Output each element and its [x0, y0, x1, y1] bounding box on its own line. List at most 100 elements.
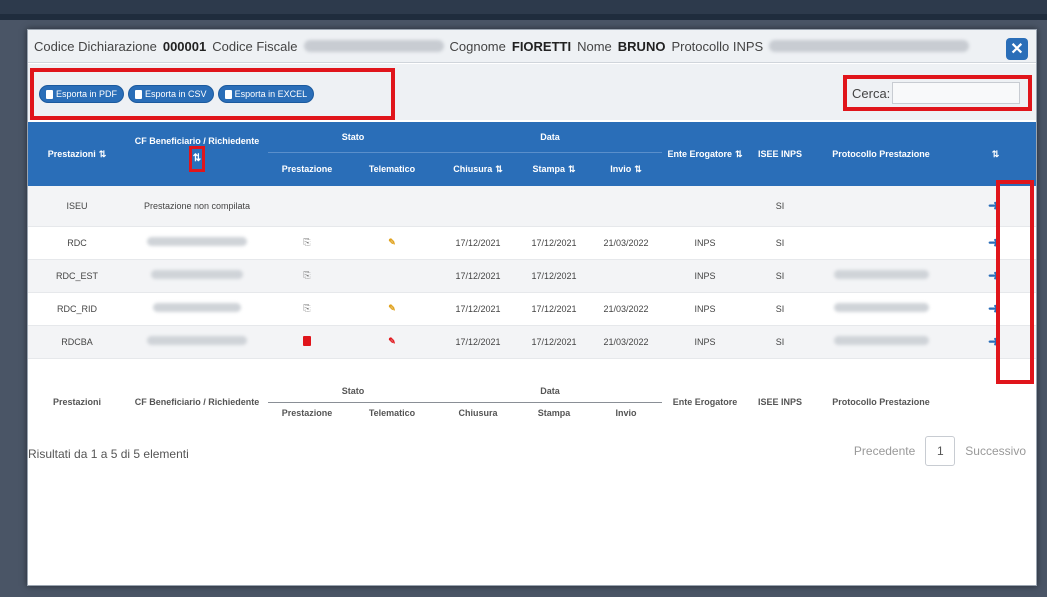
- cell-stampa: 17/12/2021: [518, 226, 590, 260]
- tf-empty: [950, 380, 1036, 424]
- arrow-right-icon[interactable]: ➜: [988, 197, 1000, 213]
- export-csv-label: Esporta in CSV: [145, 89, 207, 99]
- cell-protocollo: [812, 292, 950, 326]
- protocollo-redacted: [769, 40, 970, 52]
- cell-invio: 21/03/2022: [590, 325, 662, 359]
- table-row: RDC_EST ⎘ 17/12/2021 17/12/2021 INPS SI …: [28, 259, 1036, 293]
- arrow-right-icon[interactable]: ➜: [988, 267, 1000, 283]
- search-group: Cerca:: [843, 75, 1032, 111]
- modal-header: Codice Dichiarazione 000001 Codice Fisca…: [28, 30, 1036, 63]
- th-chiusura[interactable]: Chiusura ⇅: [438, 151, 518, 186]
- cell-stampa: [518, 186, 590, 227]
- pencil-icon: ✎: [388, 336, 396, 346]
- cell-prestazione: RDC_RID: [28, 292, 126, 326]
- cell-prestazione: RDC: [28, 226, 126, 260]
- tf-ente: Ente Erogatore: [672, 397, 738, 407]
- cell-stato-prestazione: ⎘: [268, 259, 346, 293]
- cell-stato-telematico: ✎: [346, 292, 438, 326]
- export-pdf-button[interactable]: Esporta in PDF: [39, 85, 125, 103]
- cell-stato-prestazione: [268, 186, 346, 227]
- document-status-icon: ⎘: [303, 303, 311, 313]
- backdrop-strip: [0, 0, 1047, 14]
- cell-action: ➜: [950, 226, 1036, 260]
- cell-protocollo: [812, 259, 950, 293]
- cognome-value: FIORETTI: [511, 38, 572, 54]
- cell-invio: 21/03/2022: [590, 226, 662, 260]
- cf-redacted: [147, 237, 247, 246]
- sort-icon: ⇅: [991, 148, 1000, 159]
- export-excel-button[interactable]: Esporta in EXCEL: [217, 85, 315, 103]
- tf-prestazioni: Prestazioni: [52, 397, 101, 407]
- cell-isee: SI: [748, 325, 812, 359]
- document-icon: [224, 89, 232, 99]
- arrow-right-icon[interactable]: ➜: [988, 234, 1000, 250]
- protocollo-redacted: [833, 336, 929, 345]
- pencil-icon: ✎: [388, 237, 396, 247]
- search-input[interactable]: [892, 82, 1021, 104]
- cell-stampa: 17/12/2021: [518, 292, 590, 326]
- th-prestazioni[interactable]: Prestazioni ⇅: [28, 122, 126, 186]
- document-icon: [46, 89, 53, 99]
- pencil-icon: ✎: [388, 303, 396, 313]
- export-buttons-group: Esporta in PDF Esporta in CSV Esporta in…: [30, 68, 395, 120]
- sort-icon: ⇅: [734, 148, 743, 159]
- codice-dichiarazione-label: Codice Dichiarazione: [34, 38, 157, 54]
- tf-stato: Stato: [268, 380, 438, 403]
- cell-action: ➜: [950, 325, 1036, 359]
- export-excel-label: Esporta in EXCEL: [234, 89, 308, 99]
- codice-fiscale-redacted: [303, 40, 444, 52]
- th-ente[interactable]: Ente Erogatore ⇅: [662, 122, 748, 186]
- nome-label: Nome: [577, 38, 612, 54]
- cell-ente: INPS: [662, 325, 748, 359]
- th-actions[interactable]: ⇅: [950, 122, 1036, 186]
- pagination-next[interactable]: Successivo: [965, 444, 1026, 458]
- th-invio[interactable]: Invio ⇅: [590, 151, 662, 186]
- arrow-right-icon[interactable]: ➜: [988, 333, 1000, 349]
- cell-invio: 21/03/2022: [590, 292, 662, 326]
- pdf-icon[interactable]: [303, 335, 311, 346]
- cf-redacted: [147, 336, 247, 345]
- tf-stato-prestazione: Prestazione: [281, 408, 333, 419]
- tf-data: Data: [438, 380, 662, 403]
- cell-cf: [126, 292, 268, 326]
- cell-ente: INPS: [662, 292, 748, 326]
- th-cf-beneficiario[interactable]: CF Beneficiario / Richiedente ⇅: [126, 122, 268, 186]
- prestazioni-modal: Codice Dichiarazione 000001 Codice Fisca…: [27, 29, 1037, 586]
- document-status-icon: ⎘: [303, 237, 311, 247]
- th-protocollo: Protocollo Prestazione: [812, 122, 950, 186]
- export-csv-button[interactable]: Esporta in CSV: [128, 85, 214, 103]
- cell-stato-telematico: ✎: [346, 226, 438, 260]
- export-pdf-label: Esporta in PDF: [56, 89, 118, 99]
- cell-ente: [662, 186, 748, 227]
- arrow-right-icon[interactable]: ➜: [988, 300, 1000, 316]
- tf-invio: Invio: [615, 408, 637, 419]
- cell-action: ➜: [950, 292, 1036, 326]
- sort-icon[interactable]: ⇅: [189, 146, 205, 172]
- cell-stato-prestazione: ⎘: [268, 226, 346, 260]
- codice-dichiarazione-value: 000001: [162, 38, 207, 54]
- sort-icon: ⇅: [495, 163, 503, 174]
- th-stampa[interactable]: Stampa ⇅: [518, 151, 590, 186]
- pagination-previous[interactable]: Precedente: [854, 444, 915, 458]
- protocollo-redacted: [833, 303, 929, 312]
- search-label: Cerca:: [852, 85, 891, 101]
- cell-chiusura: [438, 186, 518, 227]
- table-row: ISEU Prestazione non compilata SI ➜: [28, 186, 1036, 227]
- prestazioni-table: Prestazioni ⇅ CF Beneficiario / Richieden…: [28, 122, 1036, 359]
- cell-stato-prestazione: ⎘: [268, 292, 346, 326]
- pagination-page[interactable]: 1: [925, 436, 956, 466]
- tf-chiusura: Chiusura: [458, 408, 498, 419]
- table-row: RDC ⎘ ✎ 17/12/2021 17/12/2021 21/03/2022…: [28, 226, 1036, 260]
- close-icon[interactable]: ✕: [1006, 38, 1028, 60]
- cell-isee: SI: [748, 186, 812, 227]
- cell-stato-telematico: [346, 259, 438, 293]
- cell-invio: [590, 259, 662, 293]
- tf-stato-telematico: Telematico: [368, 408, 416, 419]
- tf-protocollo: Protocollo Prestazione: [832, 397, 930, 407]
- th-data: Data: [438, 122, 662, 152]
- th-stato: Stato: [268, 122, 438, 152]
- cell-isee: SI: [748, 292, 812, 326]
- protocollo-redacted: [833, 270, 929, 279]
- cell-stato-prestazione: [268, 325, 346, 359]
- results-info: Risultati da 1 a 5 di 5 elementi: [28, 447, 189, 461]
